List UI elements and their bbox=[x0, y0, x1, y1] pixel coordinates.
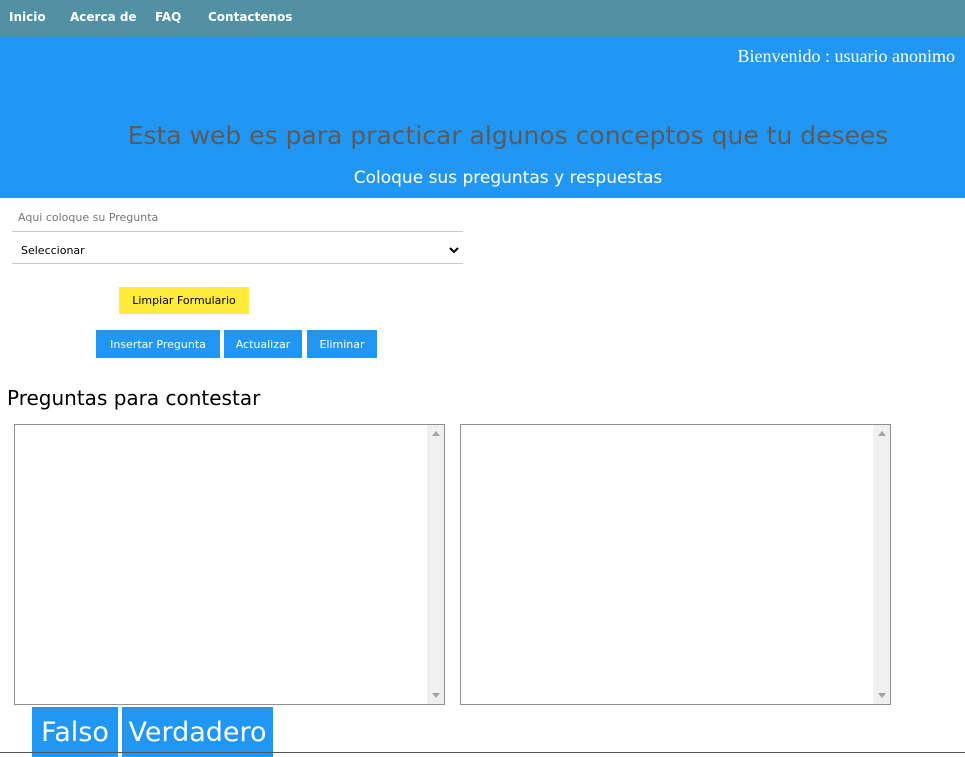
chevron-down-icon bbox=[449, 247, 459, 254]
nav-acerca-de[interactable]: Acerca de bbox=[70, 0, 137, 37]
nav-contactenos[interactable]: Contactenos bbox=[208, 0, 292, 37]
page-title: Esta web es para practicar algunos conce… bbox=[127, 121, 889, 150]
scrollbar[interactable] bbox=[873, 425, 890, 704]
clear-form-button[interactable]: Limpiar Formulario bbox=[119, 287, 249, 314]
welcome-text: Bienvenido : usuario anonimo bbox=[737, 46, 955, 66]
scrollbar[interactable] bbox=[427, 425, 444, 704]
nav-faq[interactable]: FAQ bbox=[155, 0, 181, 37]
answers-textarea[interactable] bbox=[460, 424, 891, 705]
true-button[interactable]: Verdadero bbox=[122, 707, 273, 757]
questions-heading: Preguntas para contestar bbox=[7, 386, 261, 410]
scroll-up-icon[interactable] bbox=[878, 431, 886, 436]
hero-banner: Bienvenido : usuario anonimo Esta web es… bbox=[0, 37, 965, 198]
question-input[interactable] bbox=[12, 203, 463, 232]
delete-button[interactable]: Eliminar bbox=[307, 330, 377, 358]
answer-select[interactable]: Seleccionar bbox=[12, 237, 463, 264]
nav-inicio[interactable]: Inicio bbox=[9, 0, 46, 37]
top-nav: Inicio Acerca de FAQ Contactenos bbox=[0, 0, 965, 37]
insert-question-button[interactable]: Insertar Pregunta bbox=[96, 330, 220, 358]
questions-textarea[interactable] bbox=[14, 424, 445, 705]
scroll-up-icon[interactable] bbox=[432, 431, 440, 436]
scroll-down-icon[interactable] bbox=[878, 693, 886, 698]
page-subtitle: Coloque sus preguntas y respuestas bbox=[353, 168, 663, 188]
select-value: Seleccionar bbox=[21, 244, 85, 257]
scroll-down-icon[interactable] bbox=[432, 693, 440, 698]
update-button[interactable]: Actualizar bbox=[224, 330, 302, 358]
false-button[interactable]: Falso bbox=[32, 707, 118, 757]
